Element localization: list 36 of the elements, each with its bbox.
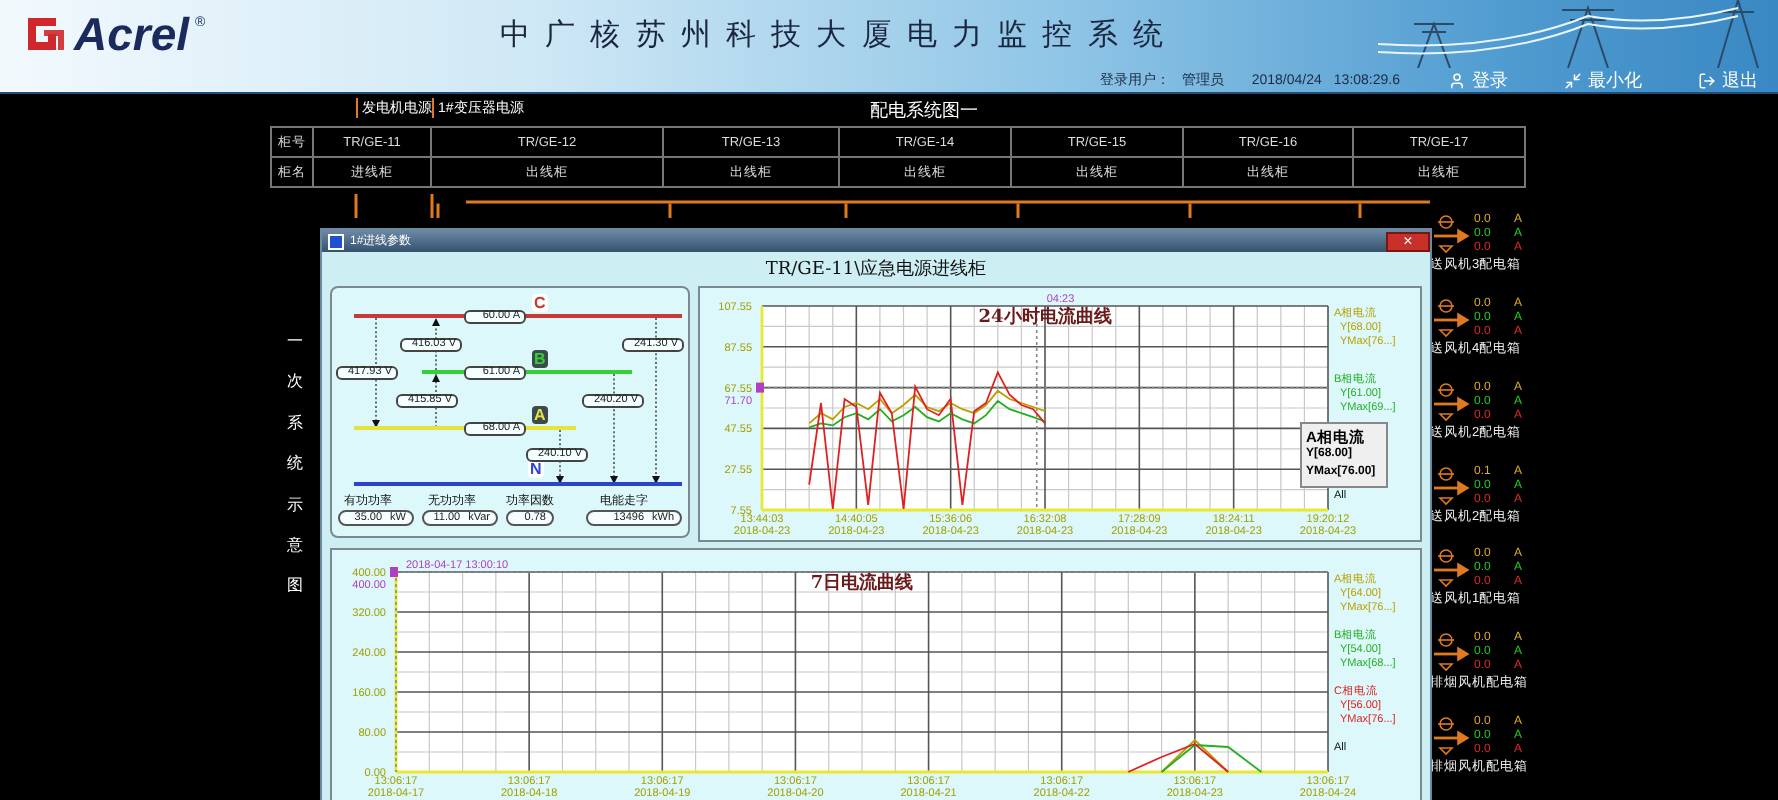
drop-line — [436, 203, 440, 218]
cursor-marker-icon[interactable] — [390, 567, 398, 577]
feeder-symbol-icon — [1434, 214, 1470, 256]
feeder-symbol-icon — [1434, 548, 1470, 591]
drop-line — [1188, 203, 1192, 218]
feeder-symbol-icon — [1434, 632, 1470, 675]
login-button[interactable]: 登录 — [1440, 67, 1516, 93]
cursor-marker-icon[interactable] — [756, 382, 764, 393]
exit-icon — [1698, 71, 1716, 89]
drop-line — [668, 203, 672, 218]
drop-line — [1016, 203, 1020, 218]
feeder-symbol-icon — [1434, 465, 1470, 508]
feeder-symbol-icon — [1434, 716, 1470, 759]
cabinet-heading: TR/GE-11\应急电源进线柜 — [765, 257, 987, 281]
source-line — [430, 194, 434, 218]
chart-title: 7日电流曲线 — [810, 574, 914, 594]
logo-mark-icon — [24, 14, 68, 54]
feeder-symbol-icon — [1434, 381, 1470, 424]
source-line — [354, 194, 358, 218]
minimize-icon — [1564, 71, 1582, 89]
close-button[interactable]: × — [1386, 231, 1430, 251]
feeder-symbol-icon — [1434, 297, 1470, 340]
phase-label: B — [532, 350, 548, 368]
minimize-button[interactable]: 最小化 — [1556, 67, 1650, 93]
user-icon — [1448, 71, 1466, 89]
system-title: 中广核苏州科技大厦电力监控系统 — [500, 15, 1178, 53]
drop-line — [1358, 203, 1362, 218]
drop-line — [844, 203, 848, 218]
window-icon — [328, 233, 344, 249]
side-label: 一次系统示意图 — [287, 330, 303, 599]
logo-text: Acrel — [74, 7, 190, 61]
diagram-title: 配电系统图一 — [870, 98, 978, 124]
phase-label: N — [528, 460, 544, 478]
phase-label: C — [532, 294, 548, 312]
exit-button[interactable]: 退出 — [1690, 67, 1766, 93]
phase-label: A — [532, 406, 548, 424]
